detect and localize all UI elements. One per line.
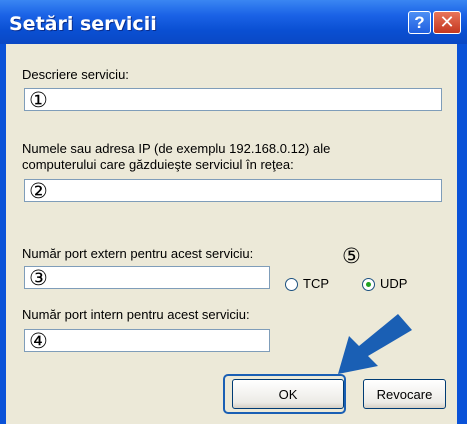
pointer-arrow-icon [338,314,412,374]
dialog-window: Setări servicii ? ✕ Descriere serviciu: … [0,0,467,424]
